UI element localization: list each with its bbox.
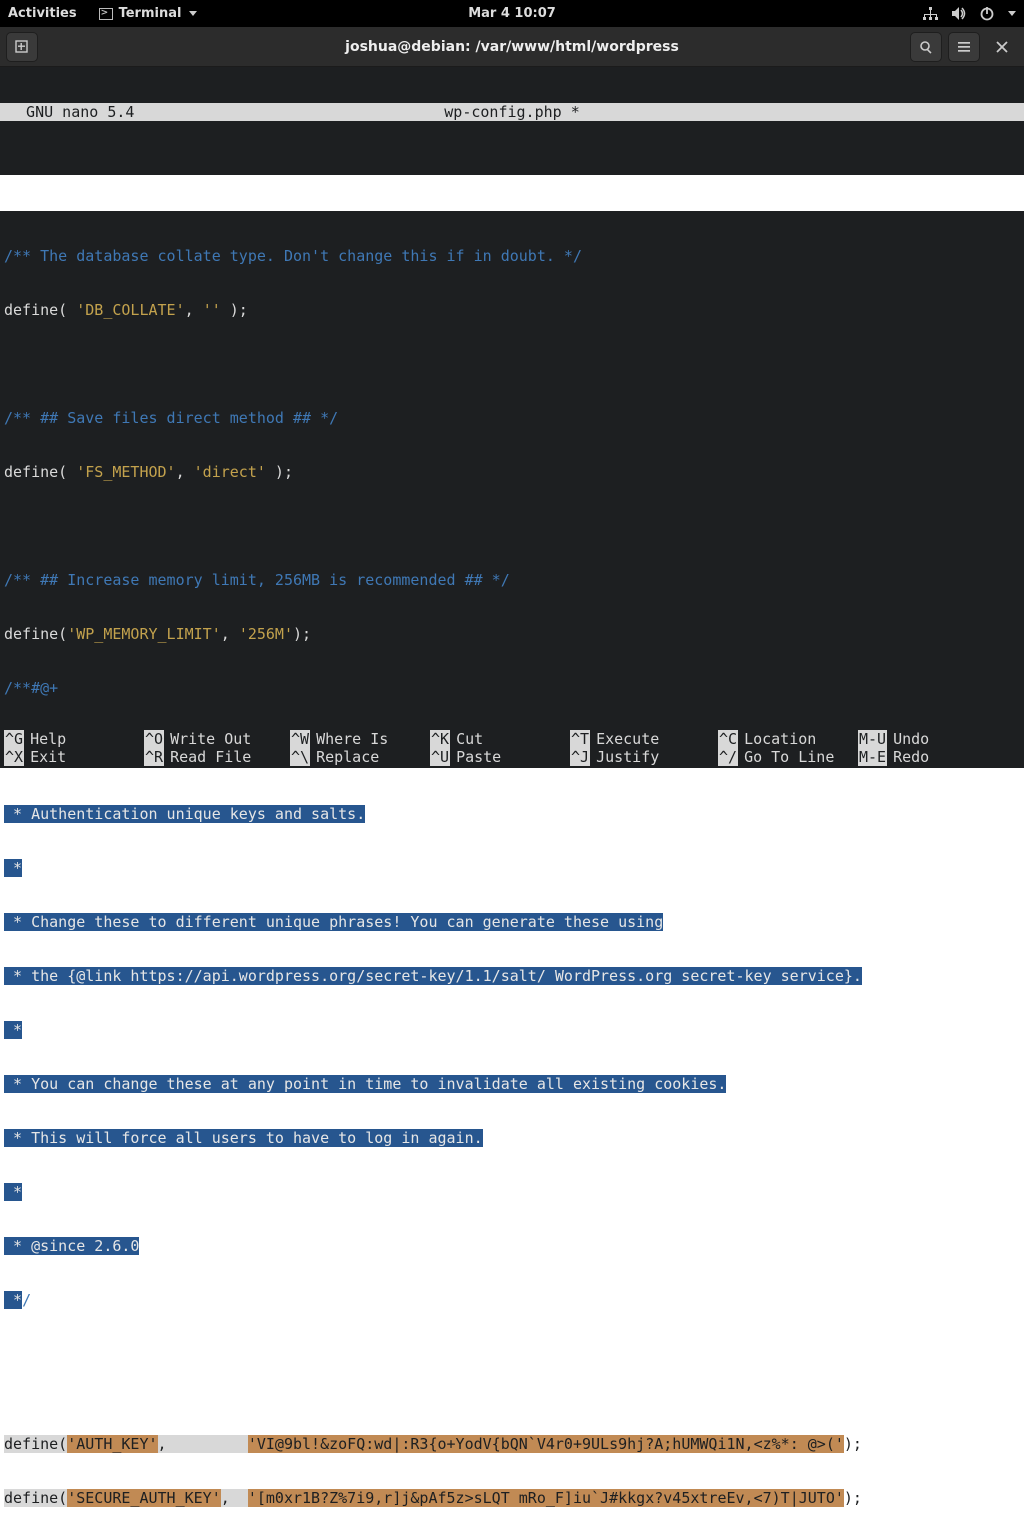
shortcut-label: Read File — [170, 748, 251, 766]
code-text: , — [221, 1489, 248, 1507]
shortcut-key: ^G — [4, 730, 24, 748]
shortcut-key: ^X — [4, 748, 24, 766]
shortcut-key: ^O — [144, 730, 164, 748]
shortcut-key: ^W — [290, 730, 310, 748]
app-name: Terminal — [119, 6, 182, 21]
selected-text: * — [4, 1183, 22, 1201]
code-string: '256M' — [239, 625, 293, 643]
app-menu[interactable]: Terminal — [99, 6, 198, 21]
close-icon — [996, 41, 1008, 53]
hamburger-menu-button[interactable] — [948, 32, 980, 62]
close-button[interactable] — [986, 32, 1018, 62]
shortcut-key: M-U — [858, 730, 887, 748]
comment-line: /**#@+ — [4, 679, 58, 697]
search-button[interactable] — [910, 32, 942, 62]
editor-viewport[interactable]: /** The database collate type. Don't cha… — [0, 175, 1024, 1536]
gnome-topbar: Activities Terminal Mar 4 10:07 — [0, 0, 1024, 27]
shortcut-label: Justify — [596, 748, 659, 766]
shortcut-key: ^/ — [718, 748, 738, 766]
shortcut-label: Execute — [596, 730, 659, 748]
shortcut-label: Where Is — [316, 730, 388, 748]
shortcut-key: ^R — [144, 748, 164, 766]
code-text: define( — [4, 301, 76, 319]
code-text: define( — [4, 463, 76, 481]
comment-line: /** ## Increase memory limit, 256MB is r… — [4, 571, 510, 589]
shortcut-key: ^C — [718, 730, 738, 748]
shortcut-label: Go To Line — [744, 748, 834, 766]
shortcut-label: Undo — [893, 730, 929, 748]
shortcut-label: Paste — [456, 748, 501, 766]
shortcut-label: Cut — [456, 730, 483, 748]
nano-app-version: GNU nano 5.4 — [8, 103, 134, 121]
window-titlebar: joshua@debian: /var/www/html/wordpress — [0, 27, 1024, 67]
shortcut-label: Replace — [316, 748, 379, 766]
terminal-icon — [99, 8, 113, 20]
selected-text: * You can change these at any point in t… — [4, 1075, 726, 1093]
shortcut-label: Exit — [30, 748, 66, 766]
shortcut-key: ^U — [430, 748, 450, 766]
code-string: 'WP_MEMORY_LIMIT' — [67, 625, 221, 643]
volume-icon[interactable] — [952, 7, 966, 20]
code-text: , — [176, 463, 194, 481]
power-icon[interactable] — [980, 7, 994, 21]
chevron-down-icon[interactable] — [1008, 11, 1016, 16]
shortcut-label: Redo — [893, 748, 929, 766]
code-string: 'direct' — [194, 463, 266, 481]
code-text: , — [221, 625, 239, 643]
shortcut-label: Help — [30, 730, 66, 748]
shortcut-key: M-E — [858, 748, 887, 766]
comment-line: /** The database collate type. Don't cha… — [4, 247, 582, 265]
selected-text: * This will force all users to have to l… — [4, 1129, 483, 1147]
code-value: 'VI@9bl!&zoFQ:wd|:R3{o+YodV{bQN`V4r0+9UL… — [248, 1435, 844, 1453]
network-icon[interactable] — [923, 7, 938, 21]
comment-line: /** ## Save files direct method ## */ — [4, 409, 338, 427]
selected-text: * Authentication unique keys and salts. — [4, 805, 365, 823]
code-value: '[m0xr1B?Z%7i9,r]j&pAf5z>sLQT mRo_F]iu`J… — [248, 1489, 844, 1507]
window-title: joshua@debian: /var/www/html/wordpress — [345, 39, 679, 55]
code-string: 'DB_COLLATE' — [76, 301, 184, 319]
terminal[interactable]: GNU nano 5.4 wp-config.php * /** The dat… — [0, 67, 1024, 1536]
code-text: define( — [4, 625, 67, 643]
shortcut-label: Location — [744, 730, 816, 748]
new-tab-icon — [15, 40, 29, 54]
code-key: 'AUTH_KEY' — [67, 1435, 157, 1453]
code-string: 'FS_METHOD' — [76, 463, 175, 481]
blank-line — [0, 355, 1024, 373]
hamburger-icon — [957, 41, 971, 53]
code-text: ); — [221, 301, 248, 319]
nano-header: GNU nano 5.4 wp-config.php * — [0, 103, 1024, 121]
code-text: define( — [4, 1435, 67, 1453]
blank-line — [0, 517, 1024, 535]
new-tab-button[interactable] — [6, 32, 38, 62]
shortcut-label: Write Out — [170, 730, 251, 748]
code-text: define( — [4, 1489, 67, 1507]
blank-line — [0, 1345, 1024, 1363]
code-text: , — [158, 1435, 248, 1453]
system-tray — [923, 7, 1016, 21]
nano-footer: ^G Help ^O Write Out ^W Where Is ^K Cut ^T Ex… — [0, 730, 1024, 768]
code-text: ); — [844, 1435, 862, 1453]
code-text: ); — [293, 625, 311, 643]
comment-line: / — [22, 1291, 31, 1309]
selected-text: * Change these to different unique phras… — [4, 913, 663, 931]
shortcut-key: ^K — [430, 730, 450, 748]
shortcut-key: ^J — [570, 748, 590, 766]
selected-text: * the {@link https://api.wordpress.org/s… — [4, 967, 862, 985]
search-icon — [919, 40, 933, 54]
shortcut-key: ^\ — [290, 748, 310, 766]
chevron-down-icon — [189, 11, 197, 16]
activities-button[interactable]: Activities — [8, 6, 77, 21]
selected-text: * @since 2.6.0 — [4, 1237, 139, 1255]
code-text: ); — [844, 1489, 862, 1507]
clock[interactable]: Mar 4 10:07 — [468, 6, 556, 21]
selected-text: * — [4, 859, 22, 877]
code-string: '' — [203, 301, 221, 319]
code-text: ); — [266, 463, 293, 481]
shortcut-key: ^T — [570, 730, 590, 748]
code-text: , — [185, 301, 203, 319]
selected-text: * — [4, 1291, 22, 1309]
nano-filename: wp-config.php * — [444, 103, 579, 121]
code-key: 'SECURE_AUTH_KEY' — [67, 1489, 221, 1507]
selected-text: * — [4, 1021, 22, 1039]
